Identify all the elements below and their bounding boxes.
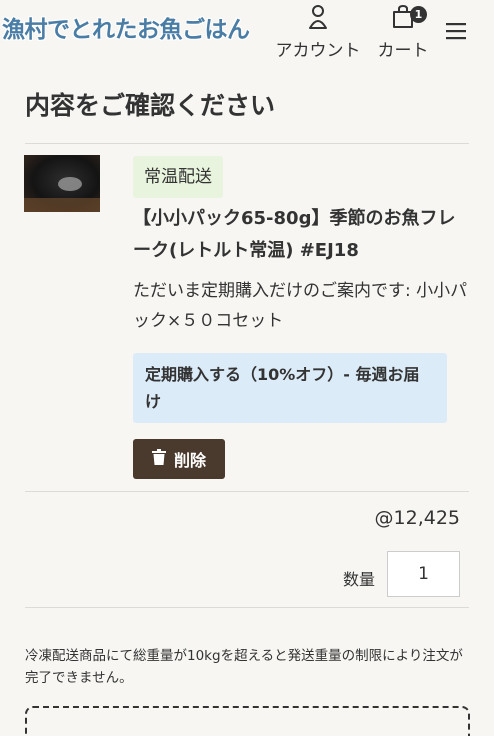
unit-price: @12,425 bbox=[374, 507, 460, 529]
site-header: 漁村でとれたお魚ごはん アカウント 1 カート bbox=[0, 0, 494, 62]
divider bbox=[25, 491, 469, 492]
weight-limit-notice: 冷凍配送商品にて総重量が10kgを超えると発送重量の制限により注文が完了できませ… bbox=[25, 648, 463, 686]
quantity-label: 数量 bbox=[343, 570, 376, 589]
cart-label: カート bbox=[377, 41, 429, 61]
delete-label: 削除 bbox=[173, 451, 206, 470]
user-icon bbox=[308, 4, 328, 30]
shipping-type-badge: 常温配送 bbox=[133, 156, 223, 198]
divider bbox=[25, 143, 469, 144]
subscription-option: 定期購入する（10%オフ）- 毎週お届け bbox=[133, 353, 447, 423]
product-note: ただいま定期購入だけのご案内です: 小小パック×５０コセット bbox=[133, 281, 468, 331]
hamburger-menu-icon[interactable] bbox=[444, 20, 468, 42]
delete-button[interactable]: 削除 bbox=[133, 439, 225, 479]
trash-icon bbox=[151, 449, 166, 469]
cart-count-badge: 1 bbox=[410, 6, 427, 23]
page-title: 内容をご確認ください bbox=[25, 91, 276, 120]
quantity-input[interactable] bbox=[387, 551, 460, 597]
site-logo[interactable]: 漁村でとれたお魚ごはん bbox=[2, 10, 250, 44]
account-label: アカウント bbox=[275, 41, 361, 61]
product-name[interactable]: 【小小パック65-80g】季節のお魚フレーク(レトルト常温) #EJ18 bbox=[133, 203, 463, 267]
product-thumbnail[interactable] bbox=[24, 155, 100, 212]
cart-link[interactable]: 1 カート bbox=[372, 4, 434, 61]
divider bbox=[25, 607, 469, 608]
dashed-panel bbox=[25, 706, 470, 736]
shopping-bag-icon: 1 bbox=[391, 4, 427, 30]
account-link[interactable]: アカウント bbox=[270, 4, 366, 61]
